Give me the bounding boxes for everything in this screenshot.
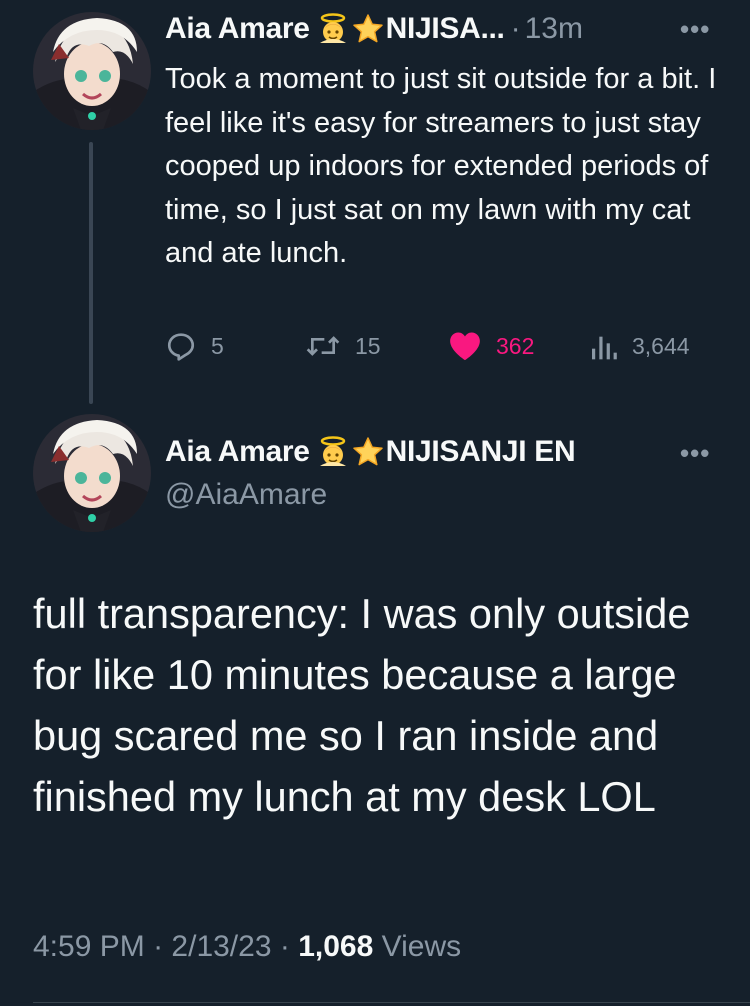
reply-count: 5: [211, 332, 224, 359]
angel-emoji-icon: [316, 436, 350, 468]
like-count: 362: [496, 332, 535, 359]
reply-header: Aia Amare NIJISA... · 13m: [165, 9, 583, 49]
tweet-text: Took a moment to just sit outside for a …: [165, 63, 717, 269]
views-label: Views: [381, 930, 462, 963]
like-button[interactable]: 362: [448, 330, 534, 362]
user-handle[interactable]: @AiaAmare: [165, 478, 327, 512]
timestamp[interactable]: 13m: [525, 12, 583, 46]
affiliation-label: NIJISANJI EN: [385, 435, 576, 468]
angel-emoji-icon: [316, 13, 350, 45]
heart-icon: [450, 332, 480, 361]
avatar[interactable]: [33, 414, 151, 532]
separator-dot: ·: [510, 12, 521, 45]
reply-button[interactable]: 5: [165, 330, 224, 362]
star-emoji-icon: [352, 436, 384, 468]
tweet-footer: 4:59 PM · 2/13/23 · 1,068 Views: [33, 930, 461, 964]
more-options-button[interactable]: •••: [680, 438, 710, 469]
reply-icon: [167, 333, 195, 361]
divider: [33, 1002, 750, 1003]
main-header: Aia Amare NIJISANJI EN: [165, 432, 576, 472]
views-button[interactable]: 3,644: [590, 330, 690, 362]
views-icon: [592, 336, 617, 360]
separator-dot: ·: [279, 930, 290, 963]
affiliation-label: NIJISA...: [385, 12, 505, 45]
retweet-count: 15: [355, 332, 381, 359]
views-count[interactable]: 1,068: [298, 930, 373, 963]
views-count: 3,644: [632, 332, 690, 359]
display-name[interactable]: Aia Amare: [165, 12, 310, 46]
star-emoji-icon: [352, 13, 384, 45]
tweet-text: full transparency: I was only outside fo…: [33, 590, 691, 820]
display-name[interactable]: Aia Amare: [165, 435, 310, 469]
action-bar: 5 15 362 3,644: [165, 330, 710, 366]
avatar[interactable]: [33, 12, 151, 130]
more-options-button[interactable]: •••: [680, 14, 710, 45]
thread-connector-line: [89, 142, 93, 404]
retweet-icon: [306, 336, 340, 356]
separator-dot: ·: [153, 930, 164, 963]
tweet-time[interactable]: 4:59 PM: [33, 930, 145, 963]
tweet-date[interactable]: 2/13/23: [171, 930, 271, 963]
retweet-button[interactable]: 15: [305, 330, 381, 362]
